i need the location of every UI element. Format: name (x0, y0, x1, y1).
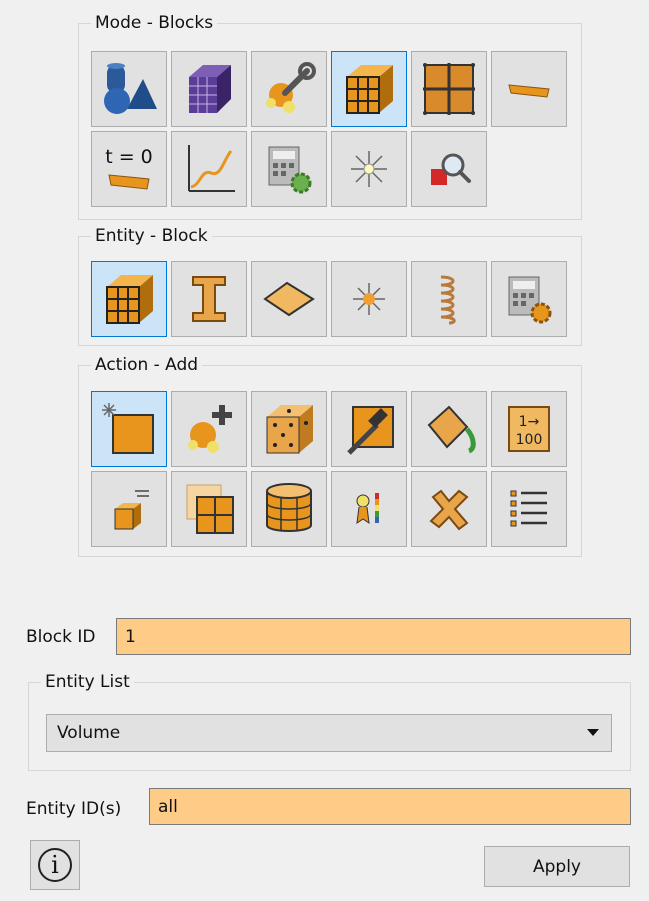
info-button[interactable]: i (30, 840, 80, 890)
graph-curve-icon (188, 145, 235, 192)
block-cube-icon (106, 275, 153, 324)
numbering-bottom-text: 100 (516, 432, 543, 448)
entity-ibeam-button[interactable] (171, 261, 247, 337)
block-id-label: Block ID (26, 627, 96, 647)
cylinder-grid-icon (266, 483, 312, 532)
mode-tools-button[interactable] (251, 51, 327, 127)
mode-time-zero-button[interactable]: t = 0 (91, 131, 167, 207)
entity-surface-button[interactable] (251, 261, 327, 337)
calculator-settings-icon (268, 146, 312, 194)
time-zero-text: t = 0 (105, 146, 153, 168)
numbering-top-text: 1→ (519, 414, 540, 430)
action-list-button[interactable] (491, 471, 567, 547)
mode-light-button[interactable] (331, 131, 407, 207)
action-node-box-button[interactable] (251, 391, 327, 467)
entity-list-title: Entity List (41, 671, 134, 693)
geometry-icon (104, 63, 157, 114)
mode-grid-button[interactable] (411, 51, 487, 127)
node-box-icon (266, 405, 313, 454)
spring-coil-icon (440, 275, 456, 325)
blocks-cube-icon (346, 65, 393, 114)
entity-list-select[interactable]: Volume (46, 714, 612, 752)
entity-ids-input[interactable]: all (149, 788, 631, 825)
surface-diamond-icon (263, 281, 315, 317)
mode-blocks-button[interactable] (331, 51, 407, 127)
mode-graph-button[interactable] (171, 131, 247, 207)
mode-search-button[interactable] (411, 131, 487, 207)
action-new-block-button[interactable] (91, 391, 167, 467)
action-add-geometry-button[interactable] (171, 391, 247, 467)
mode-geometry-button[interactable] (91, 51, 167, 127)
add-geometry-icon (188, 405, 232, 453)
tools-wrench-icon (266, 62, 316, 113)
entity-vertex-button[interactable] (331, 261, 407, 337)
cube-list-icon (114, 490, 149, 530)
apply-button[interactable]: Apply (484, 846, 630, 887)
action-delete-button[interactable] (411, 471, 487, 547)
mode-strip-button[interactable] (491, 51, 567, 127)
entity-ids-label: Entity ID(s) (26, 799, 122, 819)
entity-calculator-button[interactable] (491, 261, 567, 337)
chevron-down-icon (587, 729, 599, 736)
entity-spring-button[interactable] (411, 261, 487, 337)
action-hammer-button[interactable] (331, 391, 407, 467)
time-zero-icon: t = 0 (105, 146, 153, 190)
mode-calculator-button[interactable] (251, 131, 327, 207)
entity-group-title: Entity - Block (91, 225, 212, 247)
mesh-icon (189, 65, 231, 113)
action-cube-list-button[interactable] (91, 471, 167, 547)
action-grid-tiles-button[interactable] (171, 471, 247, 547)
new-block-icon (102, 403, 154, 454)
ibeam-icon (192, 276, 226, 322)
block-id-input[interactable]: 1 (116, 618, 631, 655)
search-zoom-icon (431, 153, 471, 185)
grid-icon (423, 63, 475, 115)
action-group-title: Action - Add (91, 354, 203, 376)
ribbon-colorbar-icon (356, 493, 379, 525)
action-cylinder-button[interactable] (251, 471, 327, 547)
vertex-burst-icon (353, 283, 385, 315)
action-ribbon-button[interactable] (331, 471, 407, 547)
action-numbering-button[interactable]: 1→ 100 (491, 391, 567, 467)
hammer-edit-icon (347, 406, 394, 455)
entity-list-selected: Volume (57, 723, 121, 743)
light-burst-icon (351, 151, 387, 187)
numbering-icon: 1→ 100 (508, 406, 550, 452)
list-lines-icon (510, 490, 547, 527)
strip-icon (508, 84, 550, 98)
grid-tiles-icon (186, 484, 234, 534)
mode-mesh-button[interactable] (171, 51, 247, 127)
action-paint-button[interactable] (411, 391, 487, 467)
entity-block-button[interactable] (91, 261, 167, 337)
paint-bucket-icon (427, 405, 476, 454)
delete-x-icon (429, 489, 469, 531)
calculator-settings-icon (508, 276, 552, 324)
mode-group-title: Mode - Blocks (91, 12, 218, 34)
info-icon: i (38, 848, 72, 882)
